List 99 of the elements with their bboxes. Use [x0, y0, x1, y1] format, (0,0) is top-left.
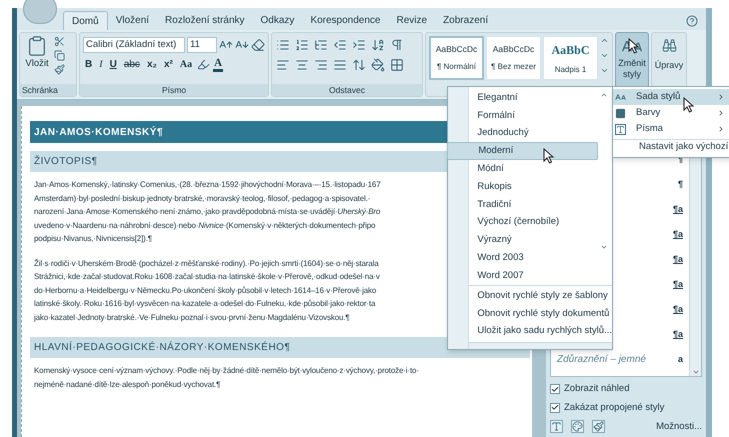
ribbon-tab[interactable]: Revize [388, 11, 436, 30]
style-set-item[interactable]: Výrazný [447, 231, 598, 250]
sort-icon[interactable] [371, 38, 385, 52]
style-set-item[interactable]: Word 2007 [447, 266, 598, 285]
pilcrow-icon[interactable] [390, 38, 404, 52]
format-button[interactable]: x² [162, 57, 175, 72]
mouse-pointer-icon [628, 38, 639, 54]
style-type-mark: ¶a [672, 328, 683, 341]
text-line: uvedeno·v·Naardenu·na·náhrobní·desce)·nebo·Nivnice·(Komenský·v·některých·dokumentech·připo [34, 220, 376, 232]
text-line: Strážnici,·kde·začal·studovat.Roku·1608·začal·studia·na·latinské·škole·v·Přerově,·odkud·odešel·na·v [34, 271, 380, 283]
color-square-icon [615, 108, 626, 118]
menu-command[interactable]: Obnovit rychlé styly dokumentů [469, 305, 612, 323]
format-button[interactable]: x₂ [144, 57, 159, 72]
scroll-up-icon[interactable] [600, 36, 609, 45]
style-set-item[interactable]: Word 2003 [447, 249, 598, 267]
checkbox-label: Zobrazit náhled [564, 382, 630, 396]
submenu-item[interactable]: Písma [613, 121, 729, 137]
checkbox[interactable] [550, 402, 560, 413]
ribbon-tab[interactable]: Rozložení stránky [157, 11, 253, 30]
submenu-item[interactable]: Barvy [613, 105, 729, 121]
font-size-field[interactable]: 11 [187, 37, 217, 53]
scissors-icon[interactable] [54, 36, 65, 47]
font-color-button[interactable]: A [213, 58, 224, 72]
style-set-item[interactable]: Tradiční [447, 196, 598, 214]
style-type-mark: ¶ [678, 178, 683, 191]
scroll-down-icon[interactable] [600, 51, 609, 60]
font-icon [615, 124, 626, 134]
submenu-item[interactable]: Nastavit jako výchozí [613, 139, 729, 155]
checkbox-label: Zakázat propojené styly [564, 400, 664, 414]
align-left-icon[interactable] [276, 58, 290, 72]
borders-icon[interactable] [390, 58, 404, 72]
ribbon-tab[interactable]: Zobrazení [435, 11, 496, 30]
style-type-mark: ¶a [672, 228, 683, 241]
ribbon-tab[interactable]: Domů [63, 11, 108, 30]
style-type-mark: ¶a [672, 203, 683, 216]
text-line: narození·Jana·Amose·Komenského·není·známo,·jako·pravděpodobná·místa·se·uvádějí·Uherský·Bro [34, 206, 380, 218]
group-label: Odstavec [272, 84, 422, 96]
quick-style[interactable]: AaBbCcDc ¶ Bez mezer [486, 36, 541, 80]
mouse-pointer-icon [683, 97, 694, 113]
text-line: jako·kazatel·Jednoty·bratrské.·Ve·Fulneku·poznal·i·svou·první·ženu·Magdalénu·Vizovskou.¶ [34, 312, 350, 324]
format-button[interactable]: abc [122, 57, 142, 72]
submenu-item[interactable]: Sada stylů [613, 89, 729, 105]
multilevel-list-icon[interactable] [314, 38, 328, 52]
format-button[interactable]: U [108, 57, 119, 72]
menu-command[interactable]: Obnovit rychlé styly ze šablony [469, 288, 612, 306]
style-name[interactable]: Zdůraznění – jemné [557, 352, 646, 368]
quick-style[interactable]: AaBbC Nadpis 1 [543, 36, 598, 80]
manage-styles-icon[interactable] [592, 420, 605, 434]
text-line: Jan·Amos·Komenský,·latinsky·Comenius,·(28.·března·1592·jihovýchodní·Morava·–·15.·listopadu·167 [34, 179, 380, 191]
font-name-field[interactable]: Calibri (Základní text) [83, 37, 185, 53]
eraser-icon[interactable] [251, 38, 265, 52]
numbered-list-icon[interactable] [295, 38, 309, 52]
style-type-mark: ¶a [672, 278, 683, 291]
style-type-mark: a [678, 353, 683, 366]
more-icon[interactable] [600, 66, 609, 75]
text-line: Amsterdam)·byl·poslední·biskup·jednoty·bratrské,·moravský·teolog,·filosof,·pedagog·a·spisovatel.· [34, 192, 370, 205]
group-label: Písmo [80, 84, 268, 96]
shading-icon[interactable] [371, 58, 385, 72]
checkbox[interactable] [550, 384, 560, 394]
scroll-down-icon[interactable] [600, 243, 608, 251]
brush-icon[interactable] [54, 64, 65, 75]
outdent-icon[interactable] [333, 38, 347, 52]
clipboard-icon [26, 35, 48, 57]
style-set-item[interactable]: Moderní [447, 142, 598, 160]
options-link[interactable]: Možnosti... [656, 420, 702, 434]
style-set-item[interactable]: Rukopis [447, 178, 598, 196]
inspect-style-icon[interactable] [571, 420, 584, 434]
letters-icon [615, 92, 626, 102]
align-center-icon[interactable] [295, 58, 309, 72]
style-type-mark: ¶a [672, 253, 683, 266]
text-line: Žil·s·rodiči·v·Uherském·Brodě·(pocházel·z·měšťanské·rodiny).·Po·jejich·smrti·(1604)·se·o·něj·starala [34, 258, 379, 270]
copy-icon[interactable] [54, 50, 65, 61]
line-spacing-icon[interactable] [352, 58, 366, 72]
group-label: Schránka [20, 84, 76, 96]
ribbon-tab[interactable]: Vložení [108, 11, 158, 30]
help-icon[interactable] [686, 15, 698, 27]
align-right-icon[interactable] [314, 58, 328, 72]
format-button[interactable]: B [83, 57, 94, 72]
text-line: latinské·školy.·Roku·1616·byl·vysvěcen·na·kazatele·a·odešel·do·Fulneku,·kde·působil·jako·rektor·ta [34, 298, 376, 310]
justify-icon[interactable] [333, 58, 347, 72]
quick-style[interactable]: AaBbCcDc ¶ Normální [429, 36, 484, 80]
paste-button[interactable]: Vložit [23, 35, 51, 72]
new-style-icon[interactable] [550, 420, 563, 434]
binoculars-icon [662, 38, 676, 53]
highlighter-icon[interactable] [197, 58, 210, 71]
indent-icon[interactable] [352, 38, 366, 52]
ribbon-tab[interactable]: Korespondence [302, 11, 388, 30]
mouse-pointer-icon [543, 148, 554, 164]
text-line: Komenský·vysoce·cení·význam·výchovy.·Podle·něj·by·žádné·dítě·nemělo·být·vyloučeno·z·výchovy,·protože·i·to· [34, 365, 419, 377]
text-line: nejméně·nadané·dítě·lze·alespoň·poněkud·vychovat.¶ [34, 378, 220, 391]
format-button[interactable]: I [97, 57, 105, 72]
style-type-mark: ¶a [672, 303, 683, 316]
text-line: do·Herbornu·a·Heidelbergu·v·Německu.Po·ukončení·školy·působil·v·letech·1614–16·v·Přerově·jako [34, 284, 376, 297]
style-set-item[interactable]: Výchozí (černobíle) [447, 214, 598, 232]
scroll-up-icon[interactable] [600, 91, 608, 99]
format-button[interactable]: Aa [178, 57, 194, 72]
text-line: podpisu·Nivanus,·Nivnicensis[2]).¶ [34, 233, 152, 245]
style-set-item[interactable]: Elegantní [447, 89, 598, 107]
ribbon-tab[interactable]: Odkazy [252, 11, 302, 30]
